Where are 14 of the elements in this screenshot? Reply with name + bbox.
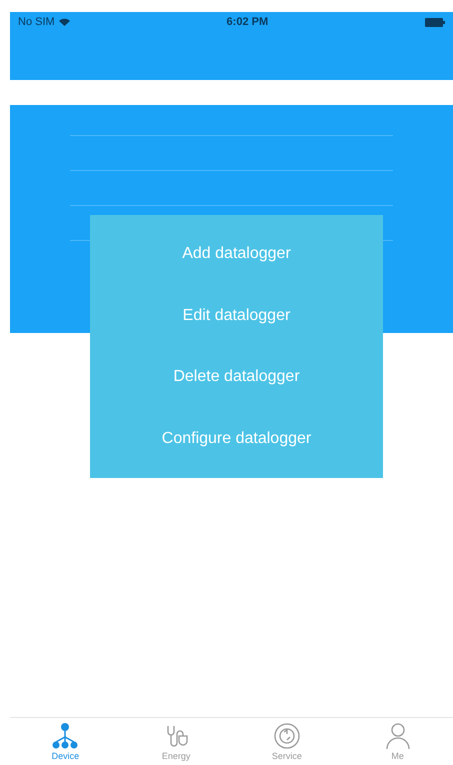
network-icon [51, 722, 80, 750]
carrier-label: No SIM [18, 14, 55, 30]
menu-item[interactable]: Configure datalogger [90, 421, 383, 458]
person-icon [384, 722, 412, 750]
tab[interactable]: Energy [120, 718, 232, 765]
wifi-icon [58, 18, 70, 26]
tab[interactable]: Device [10, 718, 121, 765]
tab[interactable]: Me [342, 718, 453, 765]
tab[interactable]: Service [232, 718, 342, 765]
menu-item[interactable]: Delete datalogger [90, 359, 383, 396]
battery-icon [424, 18, 445, 26]
menu-item[interactable]: Edit datalogger [90, 298, 383, 334]
clock: 6:02 PM [226, 14, 268, 30]
menu-item[interactable]: Add datalogger [90, 236, 383, 272]
